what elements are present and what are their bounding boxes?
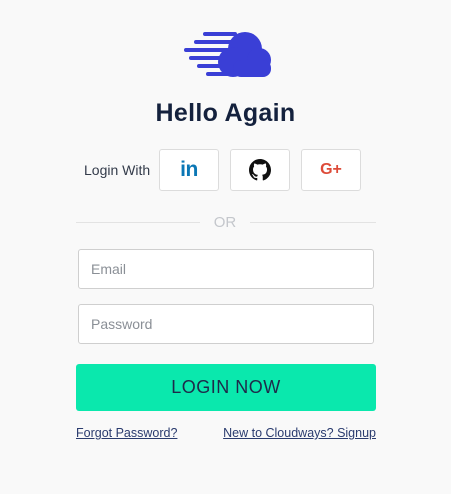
login-with-label: Login With	[84, 162, 151, 178]
email-field[interactable]	[78, 249, 374, 289]
linkedin-login-button[interactable]: in	[159, 149, 219, 191]
signup-link[interactable]: New to Cloudways? Signup	[223, 426, 376, 440]
github-icon	[249, 159, 271, 181]
forgot-password-link[interactable]: Forgot Password?	[76, 426, 177, 440]
page-title: Hello Again	[155, 99, 296, 127]
login-page: Hello Again Login With in G+ OR LOGIN NO…	[0, 0, 451, 494]
login-now-button[interactable]: LOGIN NOW	[76, 364, 376, 411]
google-plus-login-button[interactable]: G+	[301, 149, 361, 191]
or-divider-text: OR	[213, 214, 237, 231]
divider-line-left	[76, 222, 200, 223]
linkedin-icon: in	[180, 158, 198, 181]
password-field[interactable]	[78, 304, 374, 344]
divider-line-right	[250, 222, 376, 223]
github-login-button[interactable]	[230, 149, 290, 191]
cloudways-cloud-logo-icon	[184, 32, 271, 77]
google-plus-icon: G+	[320, 161, 342, 178]
